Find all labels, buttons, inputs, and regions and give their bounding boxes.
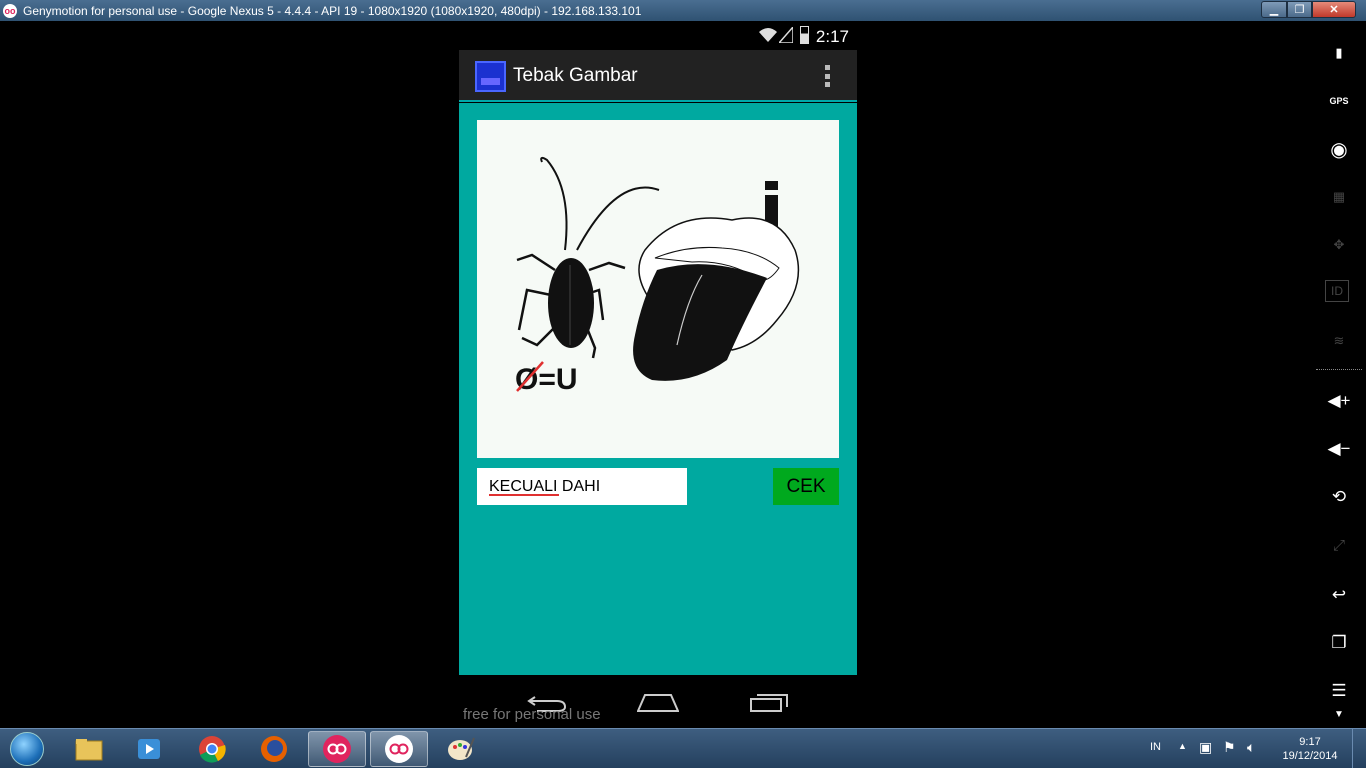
cek-button[interactable]: CEK xyxy=(773,468,839,505)
volume-icon[interactable]: 🔈︎ xyxy=(1247,739,1255,768)
game-content: Ø=U i CEK xyxy=(459,103,857,675)
chrome-taskbar-icon[interactable] xyxy=(183,731,241,767)
window-title: Genymotion for personal use - Google Nex… xyxy=(23,3,642,18)
window-controls: ▁ ❐ ✕ xyxy=(1261,1,1356,18)
media-player-taskbar-icon[interactable] xyxy=(120,731,178,767)
scroll-down-icon[interactable]: ▼ xyxy=(1325,707,1353,721)
genymotion-toolbar: ▮ GPS ◉ ▦ ✥ ID ≋ ◀+ ◀− ⟲ ⤢ ↩ ❐ ☰ ▼ xyxy=(1312,21,1366,728)
puzzle-caption: Ø=U xyxy=(515,363,578,396)
android-status-bar: 2:17 xyxy=(459,21,857,50)
genymotion-icon xyxy=(323,735,351,763)
battery-widget-icon[interactable]: ▮ xyxy=(1325,39,1353,67)
webcam-widget-icon[interactable]: ◉ xyxy=(1325,135,1353,163)
puzzle-image: Ø=U i xyxy=(477,120,839,458)
volume-up-icon[interactable]: ◀+ xyxy=(1325,387,1353,415)
genymotion-player-icon xyxy=(385,735,413,763)
explorer-taskbar-icon[interactable] xyxy=(60,731,118,767)
firefox-taskbar-icon[interactable] xyxy=(245,731,303,767)
device-id-icon[interactable]: ID xyxy=(1325,280,1349,302)
screencast-icon[interactable]: ▦ xyxy=(1325,183,1353,211)
paint-taskbar-icon[interactable] xyxy=(432,731,490,767)
action-bar: Tebak Gambar xyxy=(459,50,857,102)
maximize-button[interactable]: ❐ xyxy=(1287,1,1312,18)
pixel-perfect-icon[interactable]: ⤢ xyxy=(1325,531,1353,559)
action-center-flag-icon[interactable]: ⚑ xyxy=(1223,739,1236,768)
rotate-icon[interactable]: ⟲ xyxy=(1325,483,1353,511)
palette-icon xyxy=(448,737,475,760)
android-back-icon[interactable]: ↩ xyxy=(1325,581,1353,609)
overflow-menu-icon[interactable] xyxy=(825,65,831,87)
recent-apps-button-icon[interactable]: ❐ xyxy=(1325,629,1353,657)
wifi-icon xyxy=(759,28,777,42)
toolbar-separator xyxy=(1316,369,1362,370)
show-hidden-icons[interactable]: ▲ xyxy=(1178,741,1187,768)
watermark-text: free for personal use xyxy=(463,706,601,723)
spellcheck-underline xyxy=(489,494,559,496)
start-button[interactable] xyxy=(2,730,52,768)
clock[interactable]: 9:17 19/12/2014 xyxy=(1280,735,1340,763)
letter-i-dot xyxy=(765,181,778,190)
puzzle-illustration: Ø=U i xyxy=(515,156,800,396)
screen: oo Genymotion for personal use - Google … xyxy=(0,0,1366,768)
cockroach-antenna xyxy=(540,156,568,251)
show-desktop-button[interactable] xyxy=(1352,729,1366,768)
windows-logo-icon xyxy=(10,732,44,766)
language-indicator[interactable]: IN xyxy=(1150,741,1161,768)
genymotion-taskbar-icon[interactable] xyxy=(308,731,366,767)
recent-apps-icon[interactable] xyxy=(749,693,789,713)
answer-input[interactable] xyxy=(477,468,687,505)
gps-widget-icon[interactable]: GPS xyxy=(1325,87,1353,115)
remote-control-icon[interactable]: ✥ xyxy=(1325,231,1353,259)
play-icon xyxy=(138,739,160,759)
home-icon[interactable] xyxy=(637,691,679,713)
status-time: 2:17 xyxy=(815,27,849,46)
app-title: Tebak Gambar xyxy=(513,65,638,86)
battery-icon xyxy=(800,26,809,44)
close-button[interactable]: ✕ xyxy=(1312,1,1356,18)
firefox-icon xyxy=(261,736,287,762)
clock-time: 9:17 xyxy=(1299,736,1321,748)
minimize-button[interactable]: ▁ xyxy=(1261,1,1287,18)
genymotion-app-icon: oo xyxy=(3,3,17,18)
tray-device-icon[interactable]: ▣ xyxy=(1199,739,1212,768)
window-title-bar: oo Genymotion for personal use - Google … xyxy=(0,0,1366,21)
menu-icon[interactable]: ☰ xyxy=(1325,677,1353,705)
cockroach-antenna xyxy=(576,186,660,251)
cockroach-body xyxy=(548,258,594,348)
clock-date: 19/12/2014 xyxy=(1282,750,1338,762)
rss-icon[interactable]: ≋ xyxy=(1325,327,1353,355)
chrome-icon xyxy=(199,736,226,763)
volume-down-icon[interactable]: ◀− xyxy=(1325,435,1353,463)
folder-icon xyxy=(75,739,103,761)
signal-icon xyxy=(779,27,793,43)
app-launcher-icon xyxy=(475,61,506,92)
windows-taskbar: IN ▲ ▣ ⚑ 🔈︎ 9:17 19/12/2014 xyxy=(0,728,1366,768)
genymotion-device-taskbar-icon[interactable] xyxy=(370,731,428,767)
